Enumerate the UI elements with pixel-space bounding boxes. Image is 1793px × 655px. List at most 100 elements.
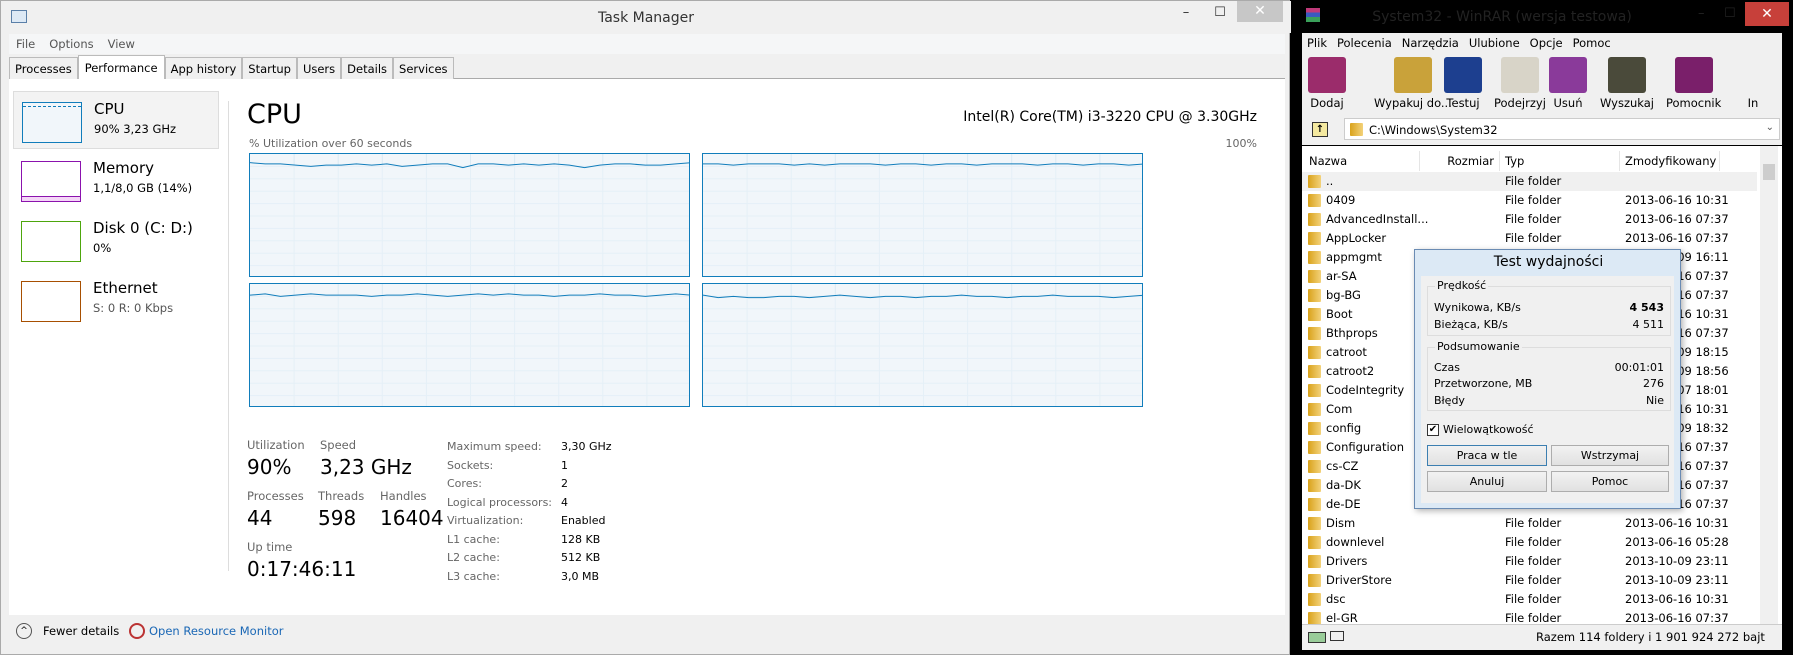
status-text: Razem 114 foldery i 1 901 924 272 bajt bbox=[1536, 630, 1765, 644]
menu-ulubione[interactable]: Ulubione bbox=[1464, 33, 1525, 53]
tab-bar: Processes Performance App history Startu… bbox=[9, 55, 1285, 80]
menu-pomoc[interactable]: Pomoc bbox=[1568, 33, 1616, 53]
tab-services[interactable]: Services bbox=[393, 57, 454, 79]
multithread-checkbox[interactable]: ✔ bbox=[1427, 424, 1439, 436]
sidebar-item-cpu[interactable]: CPU 90% 3,23 GHz bbox=[13, 91, 219, 149]
sidebar-item-disk[interactable]: Disk 0 (C: D:) 0% bbox=[13, 211, 219, 269]
divider bbox=[228, 101, 229, 571]
file-name: cs-CZ bbox=[1326, 459, 1359, 473]
pause-button[interactable]: Wstrzymaj bbox=[1551, 445, 1669, 466]
folder-icon bbox=[1308, 346, 1321, 359]
chevron-down-icon[interactable]: ⌄ bbox=[1766, 122, 1774, 133]
file-row[interactable]: AppLocker File folder 2013-06-16 07:37 bbox=[1302, 229, 1757, 248]
open-resource-monitor-link[interactable]: Open Resource Monitor bbox=[149, 624, 283, 638]
toolbar-button-dodaj[interactable]: Dodaj bbox=[1308, 57, 1346, 110]
drive-icon bbox=[1308, 632, 1326, 643]
folder-icon bbox=[1308, 327, 1321, 340]
menu-options[interactable]: Options bbox=[42, 34, 100, 54]
folder-icon bbox=[1308, 422, 1321, 435]
sidebar-item-memory[interactable]: Memory 1,1/8,0 GB (14%) bbox=[13, 151, 219, 209]
toolbar-button-pomocnik[interactable]: Pomocnik bbox=[1666, 57, 1721, 110]
column-header-size[interactable]: Rozmiar bbox=[1420, 151, 1500, 171]
processes-value: 44 bbox=[247, 506, 273, 530]
background-button[interactable]: Praca w tle bbox=[1427, 445, 1547, 466]
toolbar-button-usu[interactable]: Usuń bbox=[1549, 57, 1587, 110]
menu-view[interactable]: View bbox=[101, 34, 142, 54]
toolbar-button-label: Testuj bbox=[1446, 96, 1480, 110]
status-bar: Razem 114 foldery i 1 901 924 272 bajt bbox=[1302, 624, 1782, 650]
maximize-button[interactable]: ☐ bbox=[1724, 6, 1736, 21]
file-name: ar-SA bbox=[1326, 269, 1357, 283]
column-header-name[interactable]: Nazwa bbox=[1302, 151, 1420, 171]
file-row[interactable]: AdvancedInstall... File folder 2013-06-16 … bbox=[1302, 210, 1757, 229]
dialog-title: Test wydajności bbox=[1493, 254, 1604, 270]
folder-icon bbox=[1308, 251, 1321, 264]
chevron-up-icon[interactable]: ^ bbox=[16, 623, 32, 639]
close-button[interactable]: ✕ bbox=[1237, 1, 1283, 22]
column-header-type[interactable]: Typ bbox=[1500, 151, 1620, 171]
toolbar-button-in[interactable]: In bbox=[1734, 57, 1772, 110]
file-row[interactable]: Dism File folder 2013-06-16 10:31 bbox=[1302, 514, 1757, 533]
footer: ^ Fewer details Open Resource Monitor bbox=[9, 615, 1285, 647]
menu-plik[interactable]: Plik bbox=[1302, 33, 1332, 53]
menu-opcje[interactable]: Opcje bbox=[1525, 33, 1568, 53]
file-type: File folder bbox=[1505, 174, 1562, 188]
folder-icon bbox=[1308, 460, 1321, 473]
uptime-value: 0:17:46:11 bbox=[247, 557, 357, 581]
column-header-modified[interactable]: Zmodyfikowany bbox=[1620, 151, 1720, 171]
file-row[interactable]: 0409 File folder 2013-06-16 10:31 bbox=[1302, 191, 1757, 210]
minimize-button[interactable]: – bbox=[1698, 6, 1705, 21]
toolbar-button-podejrzyj[interactable]: Podejrzyj bbox=[1494, 57, 1546, 110]
folder-icon bbox=[1308, 612, 1321, 624]
file-name: config bbox=[1326, 421, 1362, 435]
folder-icon bbox=[1308, 593, 1321, 606]
file-row[interactable]: dsc File folder 2013-06-16 10:31 bbox=[1302, 590, 1757, 609]
toolbar-button-wyszukaj[interactable]: Wyszukaj bbox=[1600, 57, 1654, 110]
cpu-core-graph-2 bbox=[249, 283, 690, 407]
file-row[interactable]: Drivers File folder 2013-10-09 23:11 bbox=[1302, 552, 1757, 571]
result-speed-label: Wynikowa, KB/s bbox=[1434, 301, 1521, 314]
window-title: System32 - WinRAR (wersja testowa) bbox=[1372, 9, 1632, 25]
file-name: CodeIntegrity bbox=[1326, 383, 1405, 397]
maximize-button[interactable]: ☐ bbox=[1205, 5, 1235, 23]
spec-label: Virtualization: bbox=[447, 514, 524, 527]
help-button[interactable]: Pomoc bbox=[1551, 471, 1669, 492]
sidebar-item-ethernet[interactable]: Ethernet S: 0 R: 0 Kbps bbox=[13, 271, 219, 329]
file-modified: 2013-06-16 07:37 bbox=[1625, 611, 1729, 624]
binoculars-icon bbox=[1608, 57, 1646, 93]
up-folder-button[interactable]: ↑ bbox=[1312, 122, 1328, 137]
tab-app-history[interactable]: App history bbox=[164, 57, 243, 79]
menu-polecenia[interactable]: Polecenia bbox=[1332, 33, 1397, 53]
toolbar-button-wypakujdo[interactable]: Wypakuj do... bbox=[1374, 57, 1452, 110]
handles-label: Handles bbox=[380, 489, 427, 503]
fewer-details-button[interactable]: Fewer details bbox=[43, 624, 119, 638]
file-row[interactable]: .. File folder bbox=[1302, 172, 1757, 191]
toolbar-button-label: Pomocnik bbox=[1666, 96, 1722, 110]
tab-details[interactable]: Details bbox=[341, 57, 394, 79]
tab-startup[interactable]: Startup bbox=[242, 57, 297, 79]
path-combobox[interactable]: C:\Windows\System32 ⌄ bbox=[1344, 118, 1780, 140]
toolbar-button-testuj[interactable]: Testuj bbox=[1444, 57, 1482, 110]
file-row[interactable]: el-GR File folder 2013-06-16 07:37 bbox=[1302, 609, 1757, 624]
cancel-button[interactable]: Anuluj bbox=[1427, 471, 1547, 492]
tab-performance[interactable]: Performance bbox=[77, 55, 165, 80]
menu-narzedzia[interactable]: Narzędzia bbox=[1397, 33, 1464, 53]
spec-value: Enabled bbox=[561, 514, 606, 527]
tab-users[interactable]: Users bbox=[296, 57, 342, 79]
menu-file[interactable]: File bbox=[9, 34, 42, 54]
utilization-area bbox=[703, 295, 1142, 406]
file-row[interactable]: downlevel File folder 2013-06-16 05:28 bbox=[1302, 533, 1757, 552]
sidebar-item-value: 0% bbox=[93, 241, 112, 255]
tab-processes[interactable]: Processes bbox=[9, 57, 78, 79]
spec-value: 3,0 MB bbox=[561, 569, 600, 583]
scrollbar-thumb[interactable] bbox=[1763, 164, 1775, 180]
folder-icon bbox=[1308, 517, 1321, 530]
file-row[interactable]: DriverStore File folder 2013-10-09 23:11 bbox=[1302, 571, 1757, 590]
graph-label: % Utilization over 60 seconds bbox=[249, 137, 413, 150]
close-button[interactable]: ✕ bbox=[1745, 2, 1789, 26]
sidebar-item-label: Ethernet bbox=[93, 279, 158, 297]
address-bar: ↑ C:\Windows\System32 ⌄ bbox=[1302, 115, 1782, 145]
spec-value: 512 KB bbox=[561, 551, 601, 564]
scrollbar[interactable] bbox=[1760, 146, 1778, 624]
minimize-button[interactable]: – bbox=[1171, 5, 1201, 23]
